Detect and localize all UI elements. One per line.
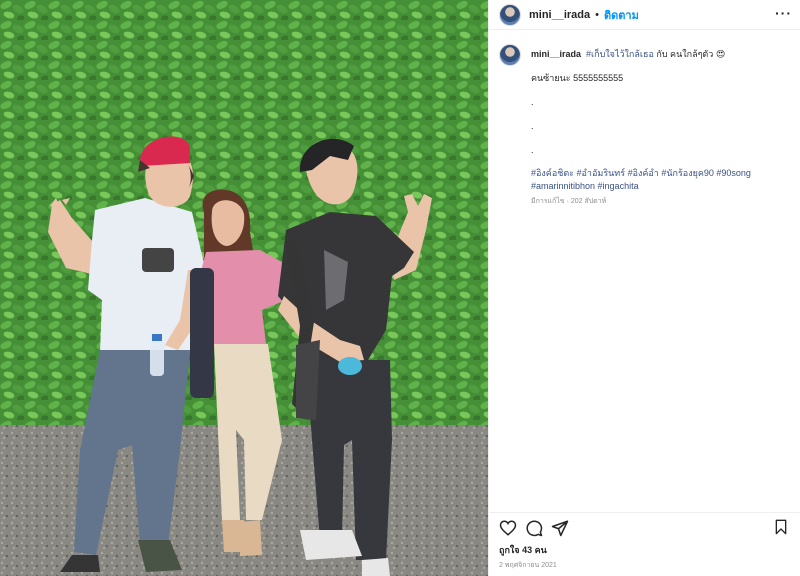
caption-avatar[interactable] xyxy=(499,44,521,66)
hashtags: #อิงค์อชิตะ #อำอัมรินทร์ #อิงค์อำ #นักร้… xyxy=(531,167,781,193)
more-options-icon[interactable]: ··· xyxy=(775,6,792,20)
post-footer: ถูกใจ 43 คน 2 พฤศจิกายน 2021 xyxy=(489,512,800,576)
avatar[interactable] xyxy=(499,3,521,26)
caption-dot: . xyxy=(531,97,534,107)
like-count[interactable]: ถูกใจ 43 คน xyxy=(499,543,791,557)
caption-first-line: mini__irada #เก็บใจไว้ใกล้เธอ กับ คนใกล้… xyxy=(531,48,781,60)
hashtags-line[interactable]: #อิงค์อชิตะ #อำอัมรินทร์ #อิงค์อำ #นักร้… xyxy=(531,167,781,180)
bookmark-icon[interactable] xyxy=(773,519,791,537)
share-icon[interactable] xyxy=(551,519,569,537)
header-username[interactable]: mini__irada xyxy=(529,9,590,21)
caption-second-line: คนซ้ายนะ 5555555555 xyxy=(531,73,624,83)
post-header: mini__irada • ติดตาม ··· xyxy=(489,0,800,30)
heart-icon[interactable] xyxy=(499,519,517,537)
caption-dot: . xyxy=(531,145,534,155)
hashtags-line[interactable]: #amarinnitibhon #ingachita xyxy=(531,180,781,193)
post-caption: mini__irada #เก็บใจไว้ใกล้เธอ กับ คนใกล้… xyxy=(499,44,791,207)
caption-username[interactable]: mini__irada xyxy=(531,49,581,59)
caption-text: กับ คนใกล้ๆตัว xyxy=(656,49,714,59)
caption-meta: มีการแก้ไข · 202 สัปดาห์ xyxy=(531,198,607,205)
follow-button[interactable]: ติดตาม xyxy=(604,6,639,24)
action-bar xyxy=(499,517,791,539)
post-date: 2 พฤศจิกายน 2021 xyxy=(499,562,557,569)
header-separator: • xyxy=(595,8,599,21)
post-side-panel: mini__irada • ติดตาม ··· mini__irada #เก… xyxy=(488,0,800,576)
caption-dot: . xyxy=(531,121,534,131)
comment-icon[interactable] xyxy=(525,519,543,537)
post-photo[interactable] xyxy=(0,0,488,576)
post-photo-image xyxy=(0,0,488,576)
emoji: 😍 xyxy=(715,49,726,59)
hashtag-link[interactable]: #เก็บใจไว้ใกล้เธอ xyxy=(586,49,654,59)
